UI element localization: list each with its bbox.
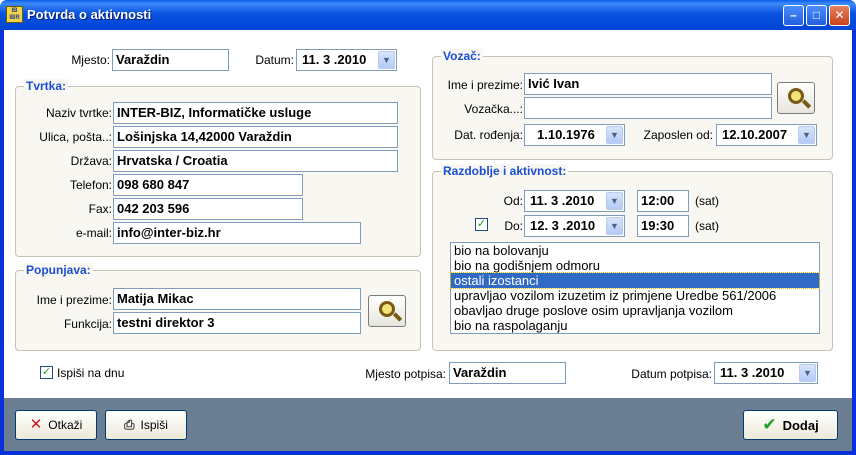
list-item[interactable]: bio na godišnjem odmoru — [451, 258, 819, 273]
chevron-down-icon[interactable]: ▼ — [799, 364, 816, 382]
mjesto-potpisa-label: Mjesto potpisa: — [365, 367, 446, 381]
maximize-icon: □ — [812, 8, 821, 22]
minimize-icon: – — [790, 8, 797, 22]
mjesto-field[interactable]: Varaždin — [112, 49, 229, 71]
telefon-label: Telefon: — [69, 178, 112, 192]
popunjava-title: Popunjava: — [24, 263, 93, 277]
chevron-down-icon[interactable]: ▼ — [378, 51, 395, 69]
dat-rodjenja-combo[interactable]: 1.10.1976 ▼ — [524, 124, 625, 146]
funkcija-field[interactable]: testni direktor 3 — [113, 312, 361, 334]
od-time-field[interactable]: 12:00 — [637, 190, 689, 212]
tvrtka-group: Tvrtka: Naziv tvrtke: INTER-BIZ, Informa… — [15, 79, 421, 257]
check-icon: ✓ — [41, 366, 52, 378]
ulica-field[interactable]: Lošinjska 14,42000 Varaždin — [113, 126, 398, 148]
mjesto-label: Mjesto: — [71, 53, 110, 67]
do-sat-label: (sat) — [695, 219, 719, 233]
do-label: Do: — [504, 219, 523, 233]
drzava-label: Država: — [70, 154, 112, 168]
drzava-field[interactable]: Hrvatska / Croatia — [113, 150, 398, 172]
window-title: Potvrda o aktivnosti — [27, 7, 152, 22]
ispisi-button[interactable]: ⎙ Ispiši — [105, 410, 187, 440]
tvrtka-title: Tvrtka: — [24, 79, 69, 93]
ispisi-label: Ispiši — [140, 418, 168, 432]
vozacka-label: Vozačka...: — [464, 102, 523, 116]
list-item[interactable]: bio na bolovanju — [451, 243, 819, 258]
od-sat-label: (sat) — [695, 194, 719, 208]
minimize-button[interactable]: – — [783, 5, 804, 26]
list-item-selected[interactable]: ostali izostanci — [450, 272, 820, 289]
zaposlen-combo[interactable]: 12.10.2007 ▼ — [716, 124, 817, 146]
zaposlen-label: Zaposlen od: — [643, 128, 713, 142]
dialog-body: Mjesto: Varaždin Datum: 11. 3 .2010 ▼ Tv… — [4, 30, 852, 451]
datum-combo[interactable]: 11. 3 .2010 ▼ — [296, 49, 397, 71]
dodaj-button[interactable]: ✔ Dodaj — [743, 410, 838, 440]
telefon-field[interactable]: 098 680 847 — [113, 174, 303, 196]
vozac-group: Vozač: Ime i prezime: Ivić Ivan Vozačka.… — [432, 49, 833, 160]
chevron-down-icon[interactable]: ▼ — [606, 217, 623, 235]
email-field[interactable]: info@inter-biz.hr — [113, 222, 361, 244]
od-label: Od: — [503, 194, 523, 208]
popunjava-ime-field[interactable]: Matija Mikac — [113, 288, 361, 310]
ulica-label: Ulica, pošta..: — [39, 130, 112, 144]
popunjava-ime-label: Ime i prezime: — [36, 293, 112, 307]
ispisi-na-dnu-label: Ispiši na dnu — [57, 366, 125, 380]
list-item[interactable]: obavljao druge poslove osim upravljanja … — [451, 303, 819, 318]
close-button[interactable]: ✕ — [829, 5, 850, 26]
chevron-down-icon[interactable]: ▼ — [798, 126, 815, 144]
dodaj-label: Dodaj — [782, 418, 819, 433]
checkmark-icon: ✔ — [762, 415, 777, 434]
otkazi-label: Otkaži — [48, 418, 83, 432]
ispisi-na-dnu-checkbox[interactable]: ✓ — [40, 366, 53, 379]
do-checkbox[interactable]: ✓ — [475, 218, 488, 231]
naziv-field[interactable]: INTER-BIZ, Informatičke usluge — [113, 102, 398, 124]
datum-potpisa-value: 11. 3 .2010 — [720, 365, 785, 380]
button-bar: ✕ Otkaži ⎙ Ispiši ✔ Dodaj — [4, 398, 852, 451]
do-date-combo[interactable]: 12. 3 .2010 ▼ — [524, 215, 625, 237]
funkcija-label: Funkcija: — [63, 317, 112, 331]
email-label: e-mail: — [75, 226, 112, 240]
vozac-search-button[interactable] — [777, 82, 815, 114]
do-date-value: 12. 3 .2010 — [530, 218, 596, 233]
datum-value: 11. 3 .2010 — [302, 52, 367, 67]
razdoblje-title: Razdoblje i aktivnost: — [441, 164, 569, 178]
zaposlen-value: 12.10.2007 — [722, 127, 788, 142]
dat-rodjenja-value: 1.10.1976 — [537, 127, 595, 142]
activity-listbox[interactable]: bio na bolovanju bio na godišnjem odmoru… — [450, 242, 820, 334]
vozac-ime-label: Ime i prezime: — [447, 78, 523, 92]
printer-icon: ⎙ — [124, 417, 135, 432]
fax-field[interactable]: 042 203 596 — [113, 198, 303, 220]
chevron-down-icon[interactable]: ▼ — [606, 192, 623, 210]
vozac-title: Vozač: — [441, 49, 483, 63]
naziv-label: Naziv tvrtke: — [45, 106, 112, 120]
list-item[interactable]: upravljao vozilom izuzetim iz primjene U… — [451, 288, 819, 303]
od-date-combo[interactable]: 11. 3 .2010 ▼ — [524, 190, 625, 212]
otkazi-button[interactable]: ✕ Otkaži — [15, 410, 97, 440]
razdoblje-group: Razdoblje i aktivnost: Od: 11. 3 .2010 ▼… — [432, 164, 833, 351]
datum-label: Datum: — [255, 53, 294, 67]
vozac-ime-field[interactable]: Ivić Ivan — [524, 73, 772, 95]
do-time-field[interactable]: 19:30 — [637, 215, 689, 237]
dat-rodjenja-label: Dat. rođenja: — [454, 128, 523, 142]
od-date-value: 11. 3 .2010 — [530, 193, 595, 208]
title-bar[interactable]: IB IBR Potvrda o aktivnosti – □ ✕ — [0, 0, 856, 30]
popunjava-group: Popunjava: Ime i prezime: Matija Mikac F… — [15, 263, 421, 351]
fax-label: Fax: — [88, 202, 112, 216]
dialog-window: IB IBR Potvrda o aktivnosti – □ ✕ Mjesto:… — [0, 0, 856, 455]
chevron-down-icon[interactable]: ▼ — [606, 126, 623, 144]
check-icon: ✓ — [476, 218, 487, 230]
search-button[interactable] — [368, 295, 406, 327]
datum-potpisa-label: Datum potpisa: — [631, 367, 712, 381]
cancel-icon: ✕ — [29, 416, 43, 433]
vozacka-field[interactable] — [524, 97, 772, 119]
datum-potpisa-combo[interactable]: 11. 3 .2010 ▼ — [714, 362, 818, 384]
list-item[interactable]: bio na raspolaganju — [451, 318, 819, 333]
mjesto-potpisa-field[interactable]: Varaždin — [449, 362, 566, 384]
close-icon: ✕ — [834, 8, 845, 22]
maximize-button[interactable]: □ — [806, 5, 827, 26]
app-icon: IB IBR — [6, 6, 23, 23]
